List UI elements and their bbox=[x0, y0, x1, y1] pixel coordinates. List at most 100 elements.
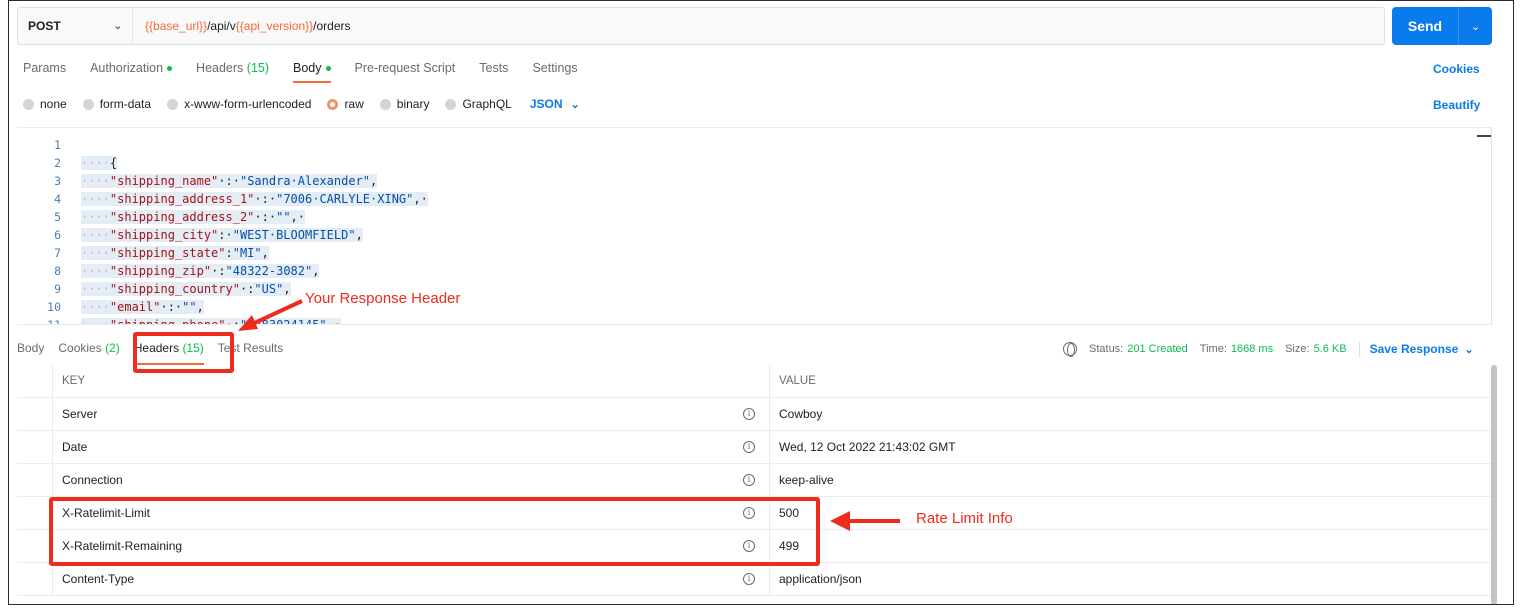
radio-graphql[interactable]: GraphQL bbox=[445, 97, 512, 111]
radio-urlencoded[interactable]: x-www-form-urlencoded bbox=[167, 97, 311, 111]
header-key: Content-Type bbox=[62, 572, 135, 586]
method-select[interactable]: POST ⌄ bbox=[18, 8, 133, 44]
radio-form-data[interactable]: form-data bbox=[82, 97, 152, 111]
table-row: Connection i keep-alive bbox=[17, 464, 1495, 497]
format-select-label: JSON bbox=[529, 97, 563, 111]
line-number: 7 bbox=[54, 246, 61, 260]
save-response-button[interactable]: Save Response ⌄ bbox=[1370, 342, 1474, 356]
code-token-post: , bbox=[312, 264, 320, 278]
response-scrollbar[interactable] bbox=[1491, 365, 1497, 604]
value-column-header: VALUE bbox=[779, 375, 816, 387]
method-label: POST bbox=[28, 19, 61, 33]
tab-authorization[interactable]: Authorization bbox=[90, 61, 173, 83]
radio-none[interactable]: none bbox=[23, 97, 67, 111]
code-token-pre: ···· bbox=[81, 192, 110, 206]
resp-tab-body[interactable]: Body bbox=[17, 341, 44, 355]
line-number: 5 bbox=[54, 210, 61, 224]
code-line: ····{ bbox=[81, 154, 1471, 172]
code-token-post: , bbox=[370, 174, 378, 188]
code-token-key: "shipping_city" bbox=[109, 228, 219, 242]
rate-limit-highlight-box bbox=[49, 497, 820, 566]
info-icon[interactable]: i bbox=[743, 441, 755, 453]
code-token-val: "" bbox=[276, 210, 291, 224]
save-response-label: Save Response bbox=[1369, 342, 1459, 356]
postman-window: POST ⌄ {{base_url}}/api/v{{api_version}}… bbox=[8, 0, 1514, 605]
size-value[interactable]: 5.6 KB bbox=[1314, 343, 1347, 355]
table-row: Content-Type i application/json bbox=[17, 563, 1495, 596]
code-token-post: , bbox=[355, 228, 363, 242]
tab-authorization-label: Authorization bbox=[90, 61, 164, 75]
code-line-content: ····"shipping_name"·:·"Sandra·Alexander"… bbox=[81, 174, 378, 188]
radio-none-label: none bbox=[40, 97, 67, 111]
code-token-key: "shipping_name" bbox=[109, 174, 219, 188]
resp-tab-cookies[interactable]: Cookies (2) bbox=[58, 341, 119, 355]
code-token-key: "email" bbox=[109, 300, 161, 314]
rate-limit-annotation: Rate Limit Info bbox=[916, 510, 1013, 527]
line-number: 10 bbox=[47, 300, 61, 314]
tab-headers[interactable]: Headers (15) bbox=[196, 61, 269, 83]
code-token-val: "7006·CARLYLE·XING" bbox=[276, 192, 414, 206]
tab-params[interactable]: Params bbox=[23, 61, 66, 83]
code-line: ····"shipping_address_2"·:·"",· bbox=[81, 208, 1471, 226]
headers-tab-highlight-box bbox=[133, 332, 234, 373]
info-icon[interactable]: i bbox=[743, 573, 755, 585]
code-token-key: "shipping_phone" bbox=[109, 318, 226, 325]
radio-binary[interactable]: binary bbox=[379, 97, 430, 111]
tab-settings[interactable]: Settings bbox=[532, 61, 577, 83]
tab-headers-count: (15) bbox=[246, 61, 270, 75]
tab-prerequest-script[interactable]: Pre-request Script bbox=[355, 61, 456, 83]
chevron-down-icon: ⌄ bbox=[1464, 344, 1474, 356]
time-value[interactable]: 1668 ms bbox=[1231, 343, 1273, 355]
line-number: 8 bbox=[54, 264, 61, 278]
info-icon[interactable]: i bbox=[743, 408, 755, 420]
code-token-mid: : bbox=[225, 246, 233, 260]
row-gutter bbox=[17, 431, 53, 463]
code-token-val: "WEST·BLOOMFIELD" bbox=[232, 228, 356, 242]
radio-circle-icon bbox=[379, 98, 391, 110]
header-value: application/json bbox=[779, 572, 862, 586]
code-token-val: "" bbox=[182, 300, 197, 314]
info-icon[interactable]: i bbox=[743, 474, 755, 486]
row-gutter bbox=[17, 365, 53, 397]
header-key: Date bbox=[62, 440, 88, 454]
radio-form-data-label: form-data bbox=[99, 97, 152, 111]
header-value: Wed, 12 Oct 2022 21:43:02 GMT bbox=[779, 440, 956, 454]
editor-scrollbar[interactable] bbox=[1477, 135, 1491, 147]
response-status-bar: Status: 201 Created Time: 1668 ms Size: 5.6… bbox=[1063, 341, 1474, 357]
status-dot-icon bbox=[167, 66, 173, 72]
tab-tests[interactable]: Tests bbox=[479, 61, 508, 83]
tab-body[interactable]: Body bbox=[293, 61, 331, 83]
code-token-pre: ···· bbox=[81, 156, 110, 170]
chevron-down-icon: ⌄ bbox=[113, 20, 122, 32]
table-header-row: KEY VALUE bbox=[17, 365, 1495, 398]
radio-raw[interactable]: raw bbox=[327, 97, 364, 111]
send-button[interactable]: Send bbox=[1392, 18, 1458, 34]
status-value[interactable]: 201 Created bbox=[1127, 343, 1188, 355]
request-tabs: Params Authorization Headers (15) Body P… bbox=[23, 61, 602, 83]
send-options-chevron-icon[interactable]: ⌄ bbox=[1459, 20, 1492, 33]
body-type-options: none form-data x-www-form-urlencoded raw… bbox=[23, 97, 580, 111]
header-key: Server bbox=[62, 407, 98, 421]
code-token-pre: ···· bbox=[81, 300, 110, 314]
globe-icon[interactable] bbox=[1063, 342, 1077, 357]
code-token-post: , bbox=[196, 300, 204, 314]
code-token-key: "shipping_address_2" bbox=[109, 210, 255, 224]
code-token-pre: ···· bbox=[81, 282, 110, 296]
url-input[interactable]: {{base_url}}/api/v{{api_version}}/orders bbox=[133, 19, 351, 33]
header-value: keep-alive bbox=[779, 473, 834, 487]
format-select[interactable]: JSON ⌄ bbox=[530, 97, 580, 111]
tab-headers-label: Headers bbox=[196, 61, 244, 75]
code-token-pre: ···· bbox=[81, 174, 110, 188]
code-token-pre: ···· bbox=[81, 264, 110, 278]
code-token-key: "shipping_address_1" bbox=[109, 192, 255, 206]
status-dot-icon bbox=[325, 66, 331, 72]
radio-graphql-label: GraphQL bbox=[462, 97, 512, 111]
beautify-link[interactable]: Beautify bbox=[1433, 98, 1480, 112]
row-gutter bbox=[17, 464, 53, 496]
send-button-group: Send ⌄ bbox=[1392, 7, 1492, 45]
resp-tab-cookies-count: (2) bbox=[105, 341, 120, 355]
resp-tab-cookies-label: Cookies bbox=[58, 341, 102, 355]
cookies-link[interactable]: Cookies bbox=[1433, 62, 1480, 76]
url-variable-base: {{base_url}} bbox=[145, 19, 208, 33]
radio-binary-label: binary bbox=[396, 97, 430, 111]
